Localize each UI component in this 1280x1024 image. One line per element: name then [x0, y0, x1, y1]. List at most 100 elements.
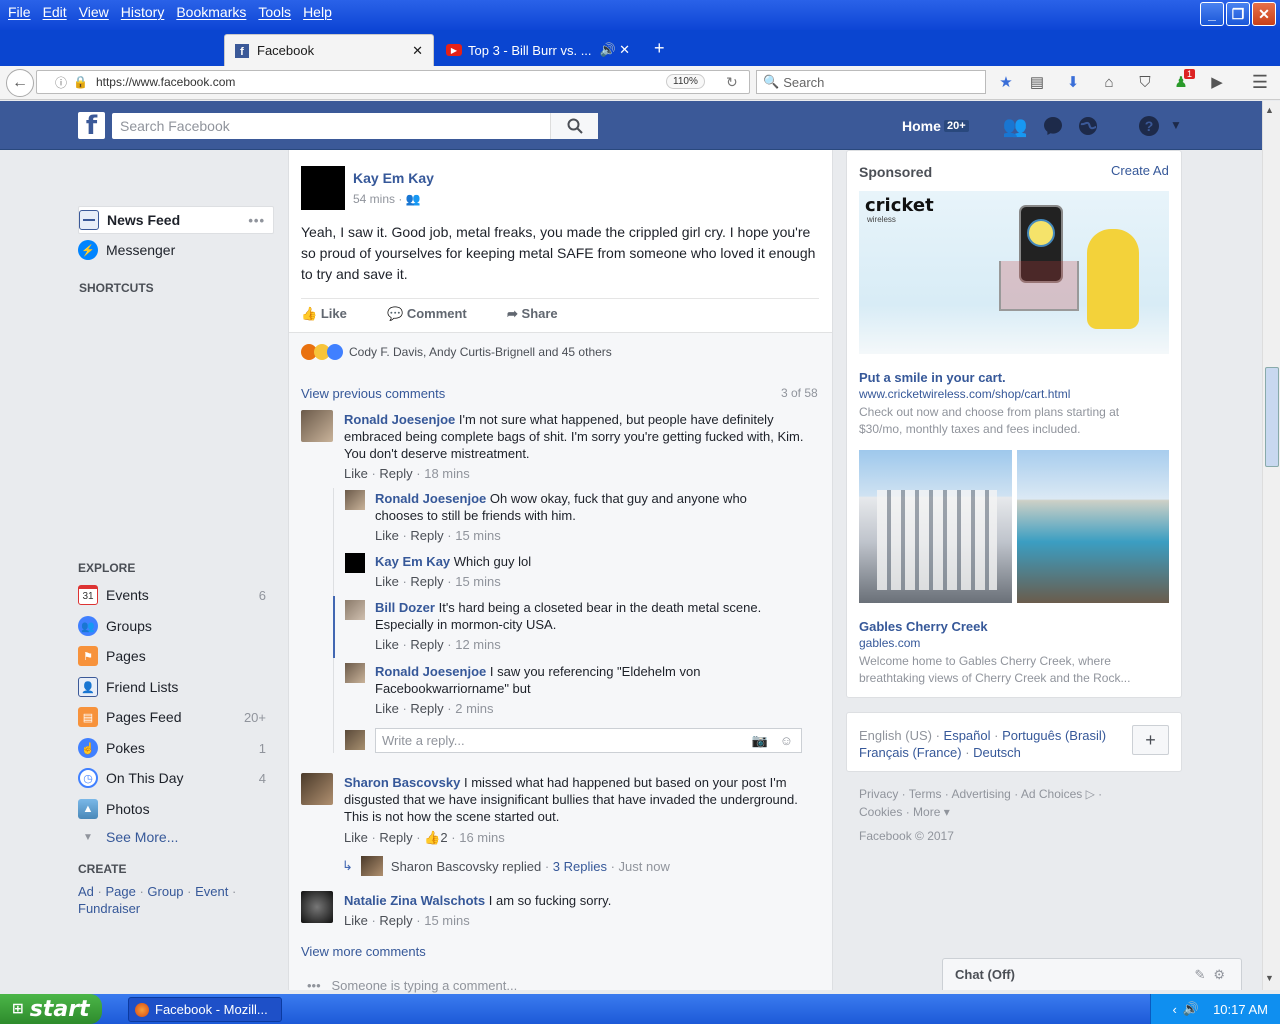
- friend-requests-icon[interactable]: 👥: [1002, 114, 1028, 138]
- comment-like-link[interactable]: Like: [344, 830, 368, 845]
- create-page-link[interactable]: Page: [105, 884, 135, 899]
- facebook-search-input[interactable]: Search Facebook: [112, 113, 598, 139]
- bookmark-star-icon[interactable]: ★: [996, 72, 1016, 92]
- advertising-link[interactable]: Advertising: [951, 787, 1010, 801]
- sidebar-item-pokes[interactable]: ☝ Pokes 1: [78, 734, 274, 762]
- taskbar-firefox-item[interactable]: Facebook - Mozill...: [128, 997, 282, 1022]
- reactions-summary[interactable]: Cody F. Davis, Andy Curtis-Brignell and …: [301, 344, 612, 360]
- new-tab-button[interactable]: +: [654, 38, 665, 59]
- zoom-level[interactable]: 110%: [666, 74, 705, 89]
- post-author-name[interactable]: Kay Em Kay: [353, 170, 434, 186]
- cookies-link[interactable]: Cookies: [859, 805, 902, 819]
- scroll-down-icon[interactable]: ▼: [1265, 973, 1274, 983]
- menu-history[interactable]: History: [117, 0, 173, 24]
- tab-youtube[interactable]: ▶ Top 3 - Bill Burr vs. ... 🔊 ✕: [436, 34, 640, 66]
- comment-reply-link[interactable]: Reply: [379, 830, 412, 845]
- commenter-avatar[interactable]: [345, 553, 365, 573]
- sidebar-item-pages[interactable]: ⚑ Pages: [78, 642, 274, 670]
- language-link[interactable]: Português (Brasil): [1002, 728, 1106, 743]
- commenter-avatar[interactable]: [345, 663, 365, 683]
- menu-view[interactable]: View: [75, 0, 117, 24]
- camera-icon[interactable]: 📷: [752, 733, 768, 749]
- menu-tools[interactable]: Tools: [254, 0, 299, 24]
- sidebar-item-pages-feed[interactable]: ▤ Pages Feed 20+: [78, 703, 274, 731]
- sidebar-item-on-this-day[interactable]: ◷ On This Day 4: [78, 764, 274, 792]
- search-button[interactable]: [550, 113, 598, 139]
- notifications-globe-icon[interactable]: [1075, 114, 1101, 138]
- start-button[interactable]: ⊞ start: [0, 994, 102, 1024]
- ad-choices-link[interactable]: Ad Choices: [1021, 787, 1082, 801]
- ad-title[interactable]: Gables Cherry Creek: [859, 619, 988, 634]
- tab-facebook[interactable]: f Facebook ✕: [224, 34, 434, 66]
- compose-icon[interactable]: ✎: [1194, 967, 1205, 983]
- commenter-avatar[interactable]: [345, 600, 365, 620]
- view-more-comments-link[interactable]: View more comments: [301, 944, 426, 959]
- url-bar[interactable]: ⓘ 🔒 https://www.facebook.com: [36, 70, 750, 94]
- pocket-icon[interactable]: ⛉: [1135, 72, 1155, 92]
- chat-bar[interactable]: Chat (Off) ✎ ⚙: [942, 958, 1242, 990]
- scroll-up-icon[interactable]: ▲: [1265, 105, 1274, 115]
- downloads-icon[interactable]: ⬇: [1063, 72, 1083, 92]
- menu-edit[interactable]: Edit: [39, 0, 75, 24]
- info-icon[interactable]: ⓘ: [55, 74, 67, 91]
- account-menu-chevron-down-icon[interactable]: ▼: [1170, 118, 1182, 132]
- close-tab-icon[interactable]: ✕: [619, 42, 630, 58]
- back-button[interactable]: ←: [6, 69, 34, 97]
- hamburger-menu-icon[interactable]: ☰: [1250, 72, 1270, 92]
- commenter-avatar[interactable]: [301, 773, 333, 805]
- commenter-avatar[interactable]: [301, 891, 333, 923]
- comment-like-link[interactable]: Like: [375, 637, 399, 652]
- more-link[interactable]: More: [913, 805, 940, 819]
- post-timestamp[interactable]: 54 mins · 👥: [353, 192, 421, 206]
- browser-search-input[interactable]: 🔍 Search: [756, 70, 986, 94]
- sidebar-item-photos[interactable]: ▲ Photos: [78, 795, 274, 823]
- building-photo[interactable]: [859, 450, 1012, 603]
- more-options-icon[interactable]: •••: [248, 213, 273, 228]
- speaker-icon[interactable]: 🔊: [1183, 1001, 1199, 1017]
- comment-reply-link[interactable]: Reply: [410, 701, 443, 716]
- comment-like-link[interactable]: Like: [375, 574, 399, 589]
- menu-file[interactable]: File: [4, 0, 39, 24]
- ad-url[interactable]: gables.com: [859, 636, 920, 650]
- ad-url[interactable]: www.cricketwireless.com/shop/cart.html: [859, 387, 1070, 401]
- sidebar-item-messenger[interactable]: ⚡ Messenger: [78, 236, 274, 264]
- comment-reply-link[interactable]: Reply: [379, 466, 412, 481]
- sidebar-item-events[interactable]: 31 Events 6: [78, 581, 274, 609]
- like-button[interactable]: 👍 Like: [301, 306, 387, 322]
- commenter-avatar[interactable]: [301, 410, 333, 442]
- scroll-thumb[interactable]: [1265, 367, 1279, 467]
- comment-like-link[interactable]: Like: [375, 528, 399, 543]
- comment-reply-link[interactable]: Reply: [410, 637, 443, 652]
- see-more-link[interactable]: ▼ See More...: [78, 823, 274, 851]
- comment-like-link[interactable]: Like: [375, 701, 399, 716]
- home-icon[interactable]: ⌂: [1099, 72, 1119, 92]
- comment-reply-link[interactable]: Reply: [379, 913, 412, 928]
- menu-bookmarks[interactable]: Bookmarks: [172, 0, 254, 24]
- terms-link[interactable]: Terms: [909, 787, 942, 801]
- sidebar-item-friend-lists[interactable]: 👤 Friend Lists: [78, 673, 274, 701]
- privacy-link[interactable]: Privacy: [859, 787, 898, 801]
- comment-like-link[interactable]: Like: [344, 913, 368, 928]
- close-window-button[interactable]: ✕: [1252, 2, 1276, 26]
- reading-list-icon[interactable]: ▤: [1027, 72, 1047, 92]
- emoji-icon[interactable]: ☺: [780, 733, 793, 748]
- reply-input[interactable]: Write a reply... 📷 ☺: [375, 728, 802, 753]
- comment-like-link[interactable]: Like: [344, 466, 368, 481]
- help-icon[interactable]: ?: [1136, 114, 1162, 138]
- audience-friends-icon[interactable]: 👥: [406, 192, 421, 206]
- create-group-link[interactable]: Group: [147, 884, 183, 899]
- speaker-icon[interactable]: 🔊: [600, 42, 616, 58]
- sidebar-item-groups[interactable]: 👥 Groups: [78, 612, 274, 640]
- messages-icon[interactable]: [1040, 114, 1066, 138]
- create-fundraiser-link[interactable]: Fundraiser: [78, 901, 140, 916]
- create-ad-link[interactable]: Create Ad: [1111, 163, 1169, 178]
- close-tab-icon[interactable]: ✕: [412, 43, 423, 59]
- view-previous-comments-link[interactable]: View previous comments: [301, 386, 445, 401]
- commenter-avatar[interactable]: [345, 490, 365, 510]
- facebook-logo-icon[interactable]: f: [78, 112, 105, 139]
- replies-summary[interactable]: ↳ Sharon Bascovsky replied · 3 Replies ·…: [342, 856, 670, 876]
- language-link[interactable]: Deutsch: [973, 745, 1021, 760]
- create-ad-link[interactable]: Ad: [78, 884, 94, 899]
- minimize-button[interactable]: _: [1200, 2, 1224, 26]
- home-link[interactable]: Home: [902, 118, 941, 134]
